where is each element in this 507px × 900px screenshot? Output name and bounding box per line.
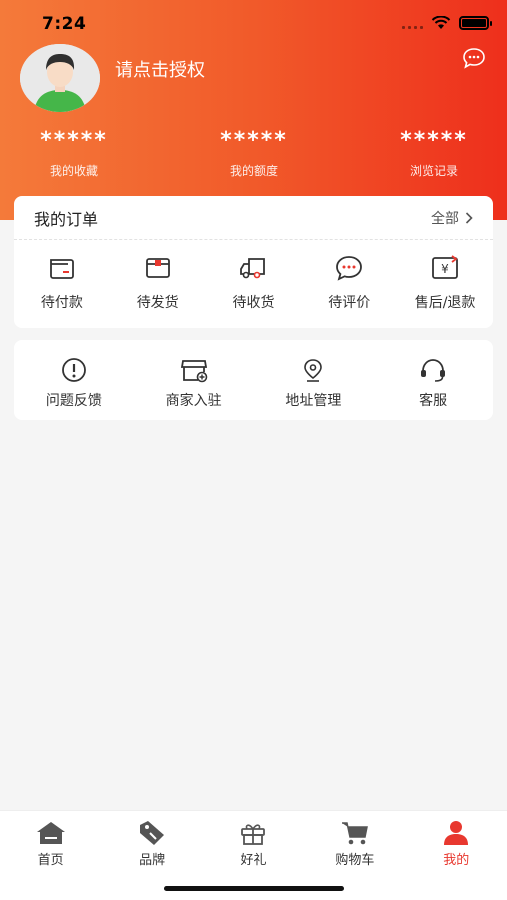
orders-header: 我的订单 全部 bbox=[14, 196, 493, 240]
truck-icon bbox=[240, 258, 266, 279]
status-icons bbox=[402, 16, 492, 30]
stat-history[interactable]: ***** 浏览记录 bbox=[374, 128, 494, 179]
order-pending-shipment[interactable]: 待发货 bbox=[112, 254, 204, 312]
order-refund[interactable]: ¥ 售后/退款 bbox=[399, 254, 491, 312]
location-icon bbox=[304, 359, 323, 382]
orders-card: 我的订单 全部 待付款 待发货 待收货 待评价 ¥ 售后/退款 bbox=[14, 196, 493, 328]
orders-title: 我的订单 bbox=[34, 209, 99, 229]
order-refund-label: 售后/退款 bbox=[414, 295, 476, 311]
feedback-icon bbox=[61, 358, 86, 382]
service-merchant[interactable]: 商家入驻 bbox=[139, 356, 249, 410]
stat-quota-value: ***** bbox=[220, 128, 288, 153]
chevron-right-icon bbox=[465, 211, 473, 224]
tab-mine-label: 我的 bbox=[443, 853, 470, 868]
home-indicator bbox=[164, 886, 344, 891]
wifi-icon bbox=[431, 16, 451, 29]
stat-favorites-value: ***** bbox=[40, 128, 108, 153]
service-feedback[interactable]: 问题反馈 bbox=[19, 356, 129, 410]
tab-brand[interactable]: 品牌 bbox=[107, 819, 197, 868]
order-pending-review-label: 待评价 bbox=[328, 295, 371, 311]
tab-gift[interactable]: 好礼 bbox=[208, 819, 298, 868]
wallet-icon bbox=[49, 259, 74, 279]
stat-history-label: 浏览记录 bbox=[409, 164, 458, 178]
services-row: 问题反馈 商家入驻 地址管理 客服 bbox=[14, 340, 493, 410]
refund-icon: ¥ bbox=[432, 255, 458, 279]
svg-text:¥: ¥ bbox=[441, 262, 449, 276]
status-bar: 7:24 bbox=[0, 0, 507, 50]
orders-all-link[interactable]: 全部 bbox=[431, 208, 473, 228]
brand-tag-icon bbox=[140, 821, 165, 845]
order-pending-receipt[interactable]: 待收货 bbox=[207, 254, 299, 312]
avatar-person-icon bbox=[20, 44, 100, 112]
service-support-label: 客服 bbox=[419, 393, 448, 409]
tab-home-label: 首页 bbox=[37, 853, 64, 868]
service-merchant-label: 商家入驻 bbox=[165, 393, 222, 409]
package-icon bbox=[145, 258, 170, 278]
status-time: 7:24 bbox=[42, 14, 87, 34]
tab-mine[interactable]: 我的 bbox=[411, 819, 501, 868]
stats-row: ***** 我的收藏 ***** 我的额度 ***** 浏览记录 bbox=[0, 128, 507, 188]
auth-prompt[interactable]: 请点击授权 bbox=[115, 56, 205, 82]
user-icon bbox=[444, 821, 469, 845]
comment-icon bbox=[336, 256, 363, 281]
stat-quota[interactable]: ***** 我的额度 bbox=[194, 128, 314, 179]
order-pending-shipment-label: 待发货 bbox=[136, 295, 179, 311]
signal-icon bbox=[402, 17, 423, 29]
order-pending-payment-label: 待付款 bbox=[40, 295, 83, 311]
stat-quota-label: 我的额度 bbox=[229, 164, 278, 178]
headset-icon bbox=[421, 359, 446, 382]
service-feedback-label: 问题反馈 bbox=[45, 393, 102, 409]
tab-gift-label: 好礼 bbox=[240, 853, 267, 868]
tab-cart[interactable]: 购物车 bbox=[310, 819, 400, 868]
cart-icon bbox=[341, 822, 368, 845]
battery-icon bbox=[459, 16, 492, 30]
orders-all-label: 全部 bbox=[431, 210, 459, 227]
message-icon[interactable] bbox=[462, 47, 486, 69]
service-support[interactable]: 客服 bbox=[378, 356, 488, 410]
stat-favorites-label: 我的收藏 bbox=[49, 164, 98, 178]
store-icon bbox=[180, 360, 207, 383]
tab-home[interactable]: 首页 bbox=[6, 819, 96, 868]
order-pending-receipt-label: 待收货 bbox=[232, 295, 275, 311]
order-pending-review[interactable]: 待评价 bbox=[303, 254, 395, 312]
home-icon bbox=[36, 822, 65, 844]
service-address-label: 地址管理 bbox=[285, 393, 342, 409]
service-address[interactable]: 地址管理 bbox=[258, 356, 368, 410]
order-pending-payment[interactable]: 待付款 bbox=[16, 254, 108, 312]
gift-icon bbox=[241, 824, 266, 845]
tab-brand-label: 品牌 bbox=[139, 853, 166, 868]
stat-history-value: ***** bbox=[400, 128, 468, 153]
avatar[interactable] bbox=[20, 44, 100, 112]
stat-favorites[interactable]: ***** 我的收藏 bbox=[14, 128, 134, 179]
tab-cart-label: 购物车 bbox=[335, 853, 375, 868]
orders-row: 待付款 待发货 待收货 待评价 ¥ 售后/退款 bbox=[14, 240, 493, 312]
services-card: 问题反馈 商家入驻 地址管理 客服 bbox=[14, 340, 493, 420]
